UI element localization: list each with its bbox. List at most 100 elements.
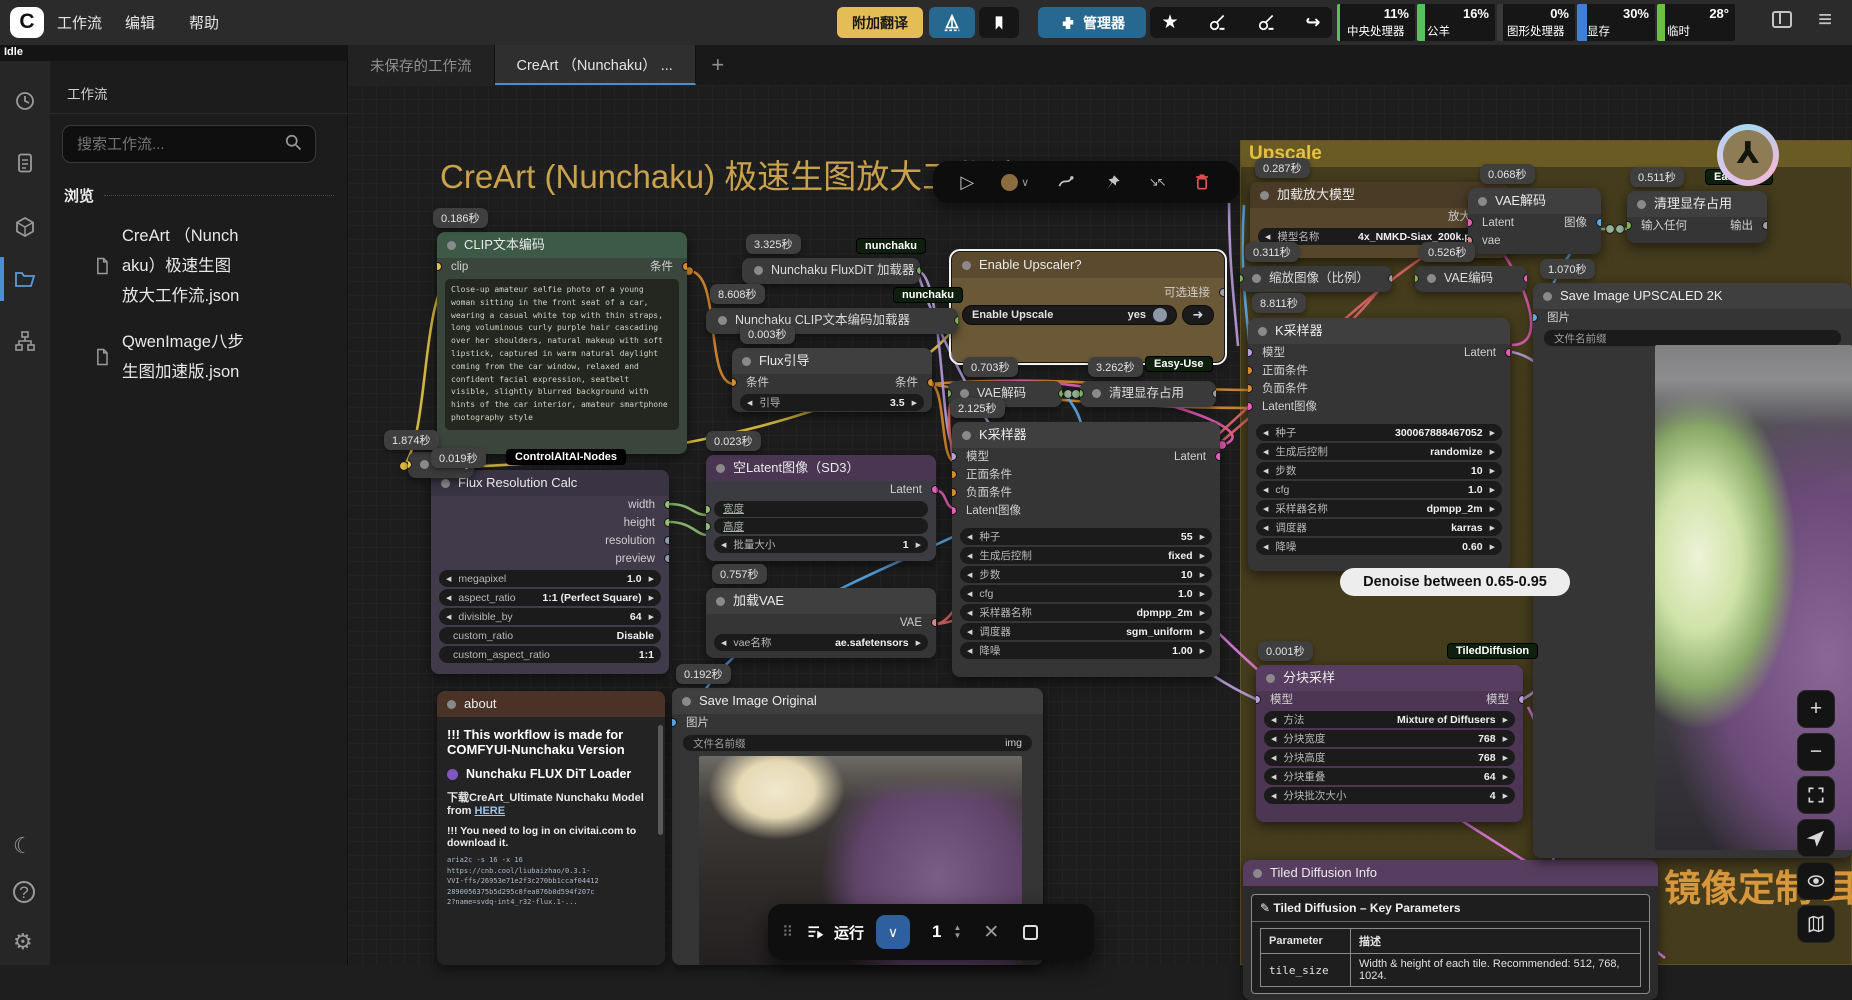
vram-cleaner-icon[interactable] (1207, 13, 1227, 33)
output-slot[interactable] (664, 518, 669, 527)
widget-custom_aspect_ratio[interactable]: custom_aspect_ratio1:1 (439, 646, 661, 663)
input-slot[interactable] (1248, 348, 1253, 357)
hamburger-icon[interactable]: ≡ (1818, 6, 1832, 34)
bypass-icon[interactable] (1056, 172, 1076, 192)
queue-icon[interactable] (13, 151, 37, 175)
empty-latent-sd3[interactable]: 空Latent图像（SD3）Latent宽度高度◀批量大小1▶ (706, 455, 936, 561)
run-options-chevron[interactable]: ∨ (876, 915, 910, 949)
output-slot[interactable] (682, 262, 687, 271)
ksampler-upscale[interactable]: K采样器模型Latent正面条件负面条件Latent图像◀种子300067888… (1248, 318, 1510, 571)
history-icon[interactable] (13, 89, 37, 113)
node-title[interactable]: 分块采样 (1256, 665, 1523, 691)
node-title[interactable]: 加载VAE (706, 588, 936, 614)
output-slot[interactable] (1058, 389, 1062, 398)
output-slot[interactable] (1219, 288, 1224, 297)
stop-icon[interactable] (1023, 925, 1038, 940)
play-icon[interactable]: ▷ (960, 172, 974, 193)
output-slot[interactable] (664, 500, 669, 509)
theme-moon-icon[interactable]: ☾ (13, 833, 37, 857)
node-title[interactable]: 清理显存占用 (1627, 191, 1767, 217)
input-slot[interactable] (1248, 384, 1253, 393)
widget-种子[interactable]: ◀种子55▶ (960, 528, 1212, 545)
widget-调度器[interactable]: ◀调度器karras▶ (1256, 519, 1502, 536)
output-slot[interactable] (1523, 274, 1527, 283)
widget-批量大小[interactable]: ◀批量大小1▶ (714, 536, 928, 553)
output-slot[interactable] (664, 536, 669, 545)
star-icon[interactable]: ★ (1161, 11, 1178, 34)
clear-queue-icon[interactable]: ✕ (983, 921, 999, 944)
input-slot[interactable] (672, 718, 677, 727)
widget-分块批次大小[interactable]: ◀分块批次大小4▶ (1264, 787, 1515, 804)
widget-降噪[interactable]: ◀降噪1.00▶ (960, 642, 1212, 659)
widget-生成后控制[interactable]: ◀生成后控制fixed▶ (960, 547, 1212, 564)
node-title[interactable]: Save Image UPSCALED 2K (1533, 283, 1852, 309)
input-slot[interactable] (952, 506, 957, 515)
widget-方法[interactable]: ◀方法Mixture of Diffusers▶ (1264, 711, 1515, 728)
input-slot[interactable] (1248, 402, 1253, 411)
ksampler-center[interactable]: K采样器模型Latent正面条件负面条件Latent图像◀种子55▶◀生成后控制… (952, 422, 1220, 677)
scale-image-by[interactable]: 缩放图像（比例） (1240, 266, 1392, 292)
new-tab-button[interactable]: + (696, 45, 740, 85)
minimap-icon[interactable] (1797, 905, 1835, 943)
pin-icon[interactable] (1103, 173, 1122, 192)
output-slot[interactable] (1505, 348, 1510, 357)
input-slot[interactable] (437, 262, 442, 271)
translate-button[interactable]: 附加翻译 (837, 7, 923, 38)
vae-encode[interactable]: VAE编码 (1415, 266, 1527, 292)
help-icon[interactable]: ? (13, 881, 35, 903)
input-slot[interactable] (948, 389, 952, 398)
widget-生成后控制[interactable]: ◀生成后控制randomize▶ (1256, 443, 1502, 460)
run-button[interactable]: 运行 (805, 922, 864, 943)
input-slot[interactable] (1248, 366, 1253, 375)
widget-divisible_by[interactable]: ◀divisible_by64▶ (439, 608, 661, 625)
widget-cfg[interactable]: ◀cfg1.0▶ (960, 585, 1212, 602)
menu-help[interactable]: 帮助 (189, 12, 219, 33)
count-stepper[interactable]: ▲▼ (953, 924, 961, 940)
node-title[interactable]: 空Latent图像（SD3） (706, 455, 936, 481)
widget-cfg[interactable]: ◀cfg1.0▶ (1256, 481, 1502, 498)
node-title[interactable]: about (437, 691, 665, 717)
widget-采样器名称[interactable]: ◀采样器名称dpmpp_2m▶ (1256, 500, 1502, 517)
input-slot[interactable] (408, 460, 412, 469)
tab-unsaved-workflow[interactable]: 未保存的工作流 (348, 45, 495, 85)
manager-button[interactable]: 管理器 (1038, 7, 1146, 38)
node-title[interactable]: Enable Upscaler? (952, 252, 1224, 278)
output-slot[interactable] (931, 485, 936, 494)
menu-edit[interactable]: 编辑 (125, 12, 155, 33)
node-scrollbar[interactable] (658, 725, 663, 835)
converted-input-高度[interactable]: 高度 (714, 518, 928, 534)
node-title[interactable]: Save Image Original (672, 688, 1043, 714)
input-slot[interactable] (732, 378, 737, 387)
widget-引导[interactable]: ◀引导3.5▶ (740, 394, 924, 411)
prompt-text[interactable]: Close-up amateur selfie photo of a young… (445, 279, 679, 430)
widget-降噪[interactable]: ◀降噪0.60▶ (1256, 538, 1502, 555)
widget-步数[interactable]: ◀步数10▶ (1256, 462, 1502, 479)
tiled-sampler[interactable]: 分块采样模型模型◀方法Mixture of Diffusers▶◀分块宽度768… (1256, 665, 1523, 822)
input-slot[interactable] (1415, 274, 1419, 283)
cleanup-vram-center[interactable]: 清理显存占用 (1080, 381, 1216, 407)
output-slot[interactable] (1388, 274, 1392, 283)
widget-分块宽度[interactable]: ◀分块宽度768▶ (1264, 730, 1515, 747)
ram-cleaner-icon[interactable] (1256, 13, 1276, 33)
eye-icon[interactable] (1797, 862, 1835, 900)
output-slot[interactable] (1215, 452, 1220, 461)
menu-workflow[interactable]: 工作流 (57, 12, 102, 33)
widget-custom_ratio[interactable]: custom_ratioDisable (439, 627, 661, 644)
output-slot[interactable] (1518, 695, 1523, 704)
widget-步数[interactable]: ◀步数10▶ (960, 566, 1212, 583)
output-slot[interactable] (1762, 221, 1767, 230)
nunchaku-fluxdit-loader[interactable]: Nunchaku FluxDiT 加载器 (742, 258, 920, 284)
input-slot[interactable] (1256, 695, 1261, 704)
input-slot[interactable] (1468, 218, 1473, 227)
input-slot[interactable] (1627, 221, 1632, 230)
zoom-in-icon[interactable]: + (1797, 690, 1835, 728)
node-title[interactable]: Tiled Diffusion Info (1243, 860, 1658, 886)
drag-handle[interactable]: ⠿ (782, 923, 793, 941)
node-title[interactable]: VAE解码 (1468, 188, 1601, 214)
zoom-out-icon[interactable]: − (1797, 733, 1835, 771)
output-slot[interactable] (1212, 389, 1216, 398)
tab-creart-workflow[interactable]: CreArt （Nunchaku） ... (495, 45, 696, 85)
download-link[interactable]: HERE (475, 805, 506, 817)
comfyui-logo[interactable]: C (10, 7, 44, 38)
widget-megapixel[interactable]: ◀megapixel1.0▶ (439, 570, 661, 587)
